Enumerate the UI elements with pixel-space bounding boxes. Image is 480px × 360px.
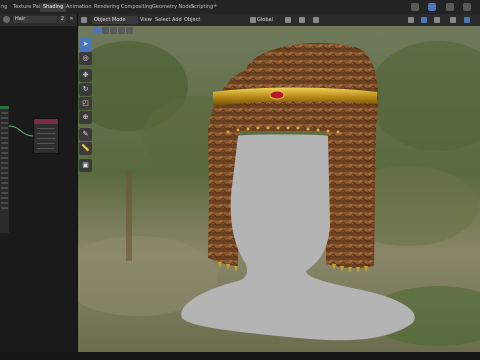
select-intersect-icon[interactable] — [126, 27, 133, 34]
add-cube-icon[interactable]: ▣ — [79, 159, 92, 172]
transform-icon[interactable]: ⊕ — [79, 111, 92, 124]
material-name-field[interactable]: Hair — [13, 16, 57, 23]
viewport-header: Object Mode View Select Add Object Globa… — [78, 14, 480, 26]
shading-mode-icon[interactable] — [464, 17, 470, 23]
visibility-icon[interactable] — [408, 17, 414, 23]
material-sphere-icon — [3, 16, 10, 23]
tab-scripting[interactable]: Scripting — [188, 3, 216, 12]
scale-icon[interactable]: ◰ — [79, 97, 92, 110]
overlay-icon[interactable] — [434, 17, 440, 23]
principled-hair-node[interactable] — [0, 106, 9, 233]
tab-animation[interactable]: Animation — [63, 3, 95, 12]
select-subtract-icon[interactable] — [110, 27, 117, 34]
editor-type-icon[interactable] — [81, 17, 87, 23]
material-output-node[interactable] — [33, 118, 59, 154]
pivot-point-icon[interactable] — [285, 17, 291, 23]
menu-select[interactable]: Select — [155, 17, 170, 23]
add-workspace-button[interactable]: + — [213, 3, 217, 9]
select-box-icon[interactable]: ➤ — [79, 38, 92, 51]
selection-mode-row — [78, 26, 480, 36]
menu-view[interactable]: View — [140, 17, 152, 23]
tab-modeling-partial[interactable]: ng — [0, 3, 10, 12]
view-layer-icon[interactable] — [428, 3, 436, 11]
scene-icon[interactable] — [411, 3, 419, 11]
measure-icon[interactable]: 📏 — [79, 142, 92, 155]
render-layer-icon[interactable] — [446, 3, 454, 11]
shader-node-editor[interactable]: Hair 2 ✕ — [0, 14, 78, 352]
transform-orientation-dropdown[interactable]: Global — [257, 16, 283, 24]
xray-icon[interactable] — [450, 17, 456, 23]
3d-viewport[interactable] — [78, 26, 480, 352]
proportional-edit-icon[interactable] — [313, 17, 319, 23]
gizmo-icon[interactable] — [421, 17, 427, 23]
filter-icon[interactable] — [463, 3, 471, 11]
viewport-render — [78, 26, 480, 352]
cursor-icon[interactable]: ◎ — [79, 52, 92, 65]
move-icon[interactable]: ✥ — [79, 69, 92, 82]
snap-icon[interactable] — [299, 17, 305, 23]
select-invert-icon[interactable] — [118, 27, 125, 34]
object-mode-dropdown[interactable]: Object Mode — [92, 16, 138, 24]
viewport-toolbar: ➤ ◎ ✥ ↻ ◰ ⊕ ✎ 📏 ▣ — [78, 38, 94, 172]
status-bar — [0, 352, 480, 360]
menu-object[interactable]: Object — [184, 17, 200, 23]
node-editor-header: Hair 2 ✕ — [0, 14, 77, 26]
annotate-icon[interactable]: ✎ — [79, 128, 92, 141]
user-count-badge[interactable]: 2 — [59, 16, 66, 23]
rotate-icon[interactable]: ↻ — [79, 83, 92, 96]
close-icon[interactable]: ✕ — [68, 16, 75, 23]
transform-orientation-icon[interactable] — [250, 17, 256, 23]
menu-add[interactable]: Add — [172, 17, 182, 23]
select-extend-icon[interactable] — [102, 27, 109, 34]
workspace-tabs-bar: ng Texture Paint Shading Animation Rende… — [0, 0, 480, 14]
select-new-icon[interactable] — [94, 27, 101, 34]
